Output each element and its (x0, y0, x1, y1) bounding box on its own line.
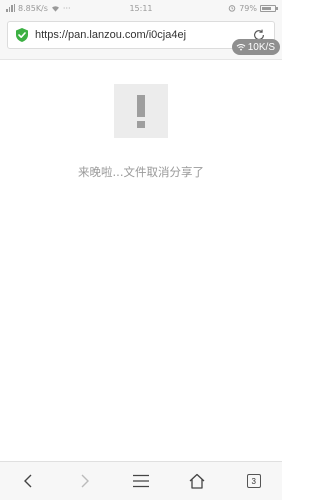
status-right: 79% (228, 3, 278, 13)
back-button[interactable] (8, 462, 48, 500)
battery-icon (260, 4, 278, 12)
battery-percent: 79% (239, 3, 257, 13)
tab-count: 3 (246, 474, 261, 488)
bottom-toolbar: 3 (0, 461, 282, 500)
browser-header: https://pan.lanzou.com/i0cja4ej 10K/S (0, 16, 282, 60)
exclamation-icon (114, 84, 168, 138)
cellular-signal-icon (6, 4, 15, 12)
wifi-icon (51, 5, 59, 12)
chevron-left-icon (24, 474, 32, 488)
share-cancelled-message: 来晚啦...文件取消分享了 (78, 165, 204, 179)
exclamation-dot (137, 120, 145, 128)
forward-button[interactable] (65, 462, 105, 500)
more-notifications-icon: ··· (62, 3, 71, 13)
network-speed: 8.85K/s (18, 3, 48, 13)
url-text[interactable]: https://pan.lanzou.com/i0cja4ej (35, 29, 186, 41)
home-button[interactable] (177, 462, 217, 500)
chevron-right-icon (81, 474, 89, 488)
clock: 15:11 (129, 3, 153, 13)
speed-badge: 10K/S (231, 39, 280, 55)
menu-button[interactable] (121, 462, 161, 500)
menu-icon (132, 474, 149, 488)
alarm-icon (228, 5, 236, 12)
exclamation-bar (137, 94, 145, 117)
tabs-button[interactable]: 3 (234, 462, 274, 500)
home-icon (189, 473, 205, 489)
speed-text: 10K/S (247, 41, 275, 53)
green-shield-check-icon (16, 28, 28, 42)
battery-fill (262, 6, 272, 10)
status-bar: 8.85K/s ··· 15:11 79% (0, 0, 282, 16)
wifi-icon (236, 44, 246, 51)
status-left: 8.85K/s ··· (6, 4, 71, 13)
